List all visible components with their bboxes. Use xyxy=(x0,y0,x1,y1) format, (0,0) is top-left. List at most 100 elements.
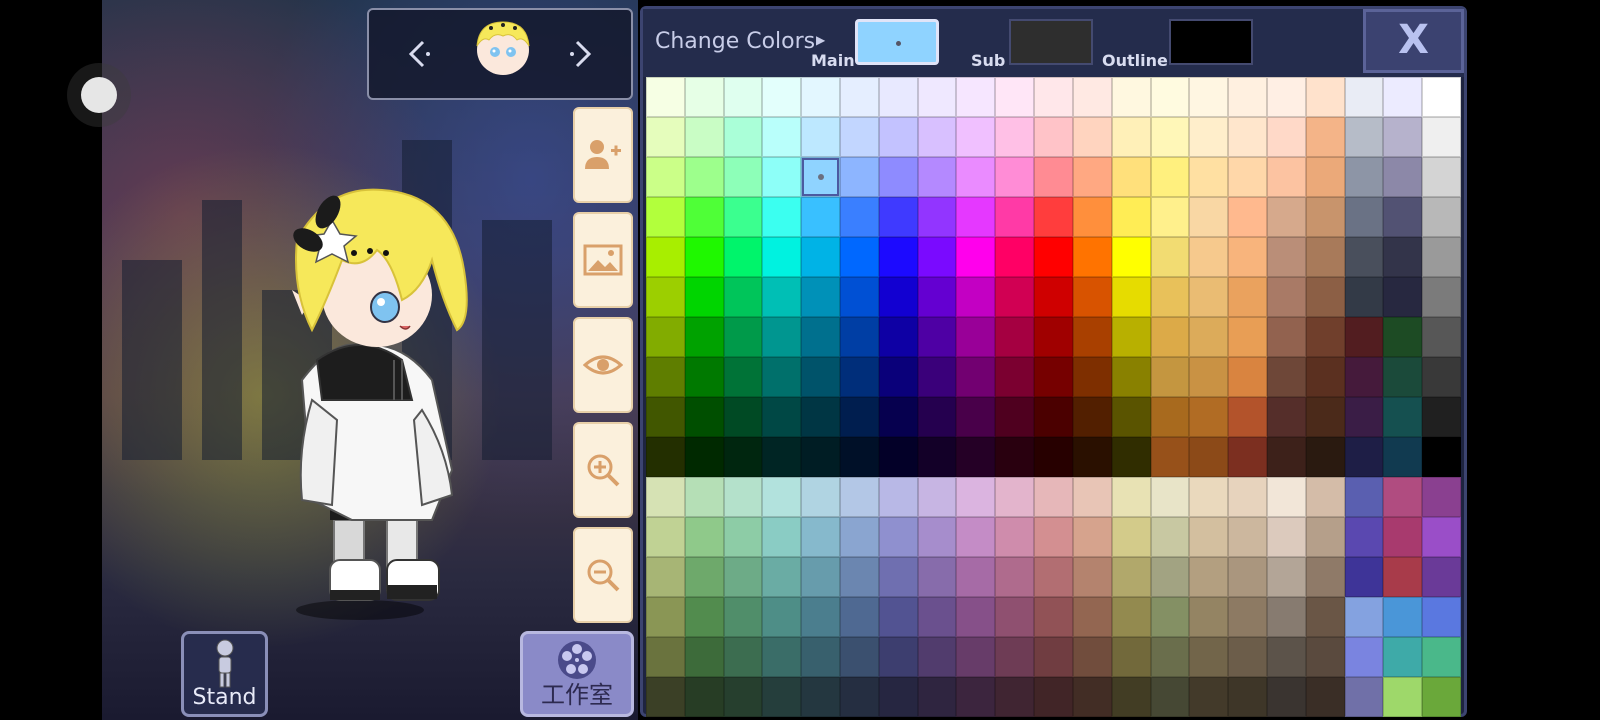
color-cell[interactable] xyxy=(646,77,685,117)
color-cell[interactable] xyxy=(1266,397,1306,437)
color-cell[interactable] xyxy=(1305,157,1345,197)
color-cell[interactable] xyxy=(1072,157,1112,197)
color-cell[interactable] xyxy=(646,277,685,317)
color-cell[interactable] xyxy=(1422,397,1461,437)
color-cell[interactable] xyxy=(723,357,763,397)
color-cell[interactable] xyxy=(878,397,918,437)
color-cell[interactable] xyxy=(1422,197,1461,237)
color-cell[interactable] xyxy=(801,437,841,477)
color-cell[interactable] xyxy=(956,357,996,397)
color-cell[interactable] xyxy=(1034,357,1073,397)
color-cell[interactable] xyxy=(684,197,724,237)
color-cell[interactable] xyxy=(995,597,1035,637)
color-cell[interactable] xyxy=(762,517,802,557)
stand-pose-button[interactable]: Stand xyxy=(181,631,268,717)
character-avatar[interactable] xyxy=(473,16,533,80)
color-cell[interactable] xyxy=(1266,117,1306,157)
color-cell[interactable] xyxy=(762,157,802,197)
color-cell[interactable] xyxy=(878,597,918,637)
color-cell[interactable] xyxy=(1034,397,1073,437)
zoom-out-button[interactable] xyxy=(573,527,633,623)
color-cell[interactable] xyxy=(840,477,879,517)
color-cell[interactable] xyxy=(646,677,685,717)
color-cell[interactable] xyxy=(684,357,724,397)
color-cell[interactable] xyxy=(1383,677,1423,717)
character-figure[interactable] xyxy=(102,0,638,720)
color-cell[interactable] xyxy=(1111,517,1151,557)
color-cell[interactable] xyxy=(1034,237,1073,277)
color-cell[interactable] xyxy=(1189,117,1229,157)
color-cell[interactable] xyxy=(1072,277,1112,317)
color-cell[interactable] xyxy=(1189,357,1229,397)
color-cell[interactable] xyxy=(1422,677,1461,717)
color-cell[interactable] xyxy=(878,477,918,517)
color-cell[interactable] xyxy=(1189,397,1229,437)
color-cell[interactable] xyxy=(1422,477,1461,517)
color-cell[interactable] xyxy=(917,197,957,237)
color-cell[interactable] xyxy=(1383,597,1423,637)
color-cell[interactable] xyxy=(723,677,763,717)
color-cell[interactable] xyxy=(878,677,918,717)
color-cell[interactable] xyxy=(1072,197,1112,237)
color-cell[interactable] xyxy=(995,277,1035,317)
color-cell[interactable] xyxy=(1189,157,1229,197)
color-cell[interactable] xyxy=(1072,77,1112,117)
color-cell[interactable] xyxy=(1189,557,1229,597)
color-cell[interactable] xyxy=(1072,677,1112,717)
color-cell[interactable] xyxy=(878,237,918,277)
color-cell[interactable] xyxy=(762,317,802,357)
color-cell[interactable] xyxy=(1228,437,1267,477)
color-cell[interactable] xyxy=(646,117,685,157)
color-cell[interactable] xyxy=(1344,397,1384,437)
color-cell[interactable] xyxy=(878,77,918,117)
color-cell[interactable] xyxy=(917,397,957,437)
color-cell[interactable] xyxy=(646,397,685,437)
color-cell[interactable] xyxy=(878,637,918,677)
color-cell[interactable] xyxy=(1305,677,1345,717)
color-cell[interactable] xyxy=(1383,117,1423,157)
color-cell[interactable] xyxy=(1266,77,1306,117)
color-cell[interactable] xyxy=(1266,557,1306,597)
color-cell[interactable] xyxy=(995,637,1035,677)
color-cell[interactable] xyxy=(878,117,918,157)
color-cell[interactable] xyxy=(995,357,1035,397)
color-cell[interactable] xyxy=(878,277,918,317)
color-cell[interactable] xyxy=(840,637,879,677)
color-cell[interactable] xyxy=(1111,117,1151,157)
color-cell[interactable] xyxy=(684,637,724,677)
color-cell[interactable] xyxy=(917,477,957,517)
color-cell[interactable] xyxy=(1383,317,1423,357)
color-cell[interactable] xyxy=(1344,677,1384,717)
color-cell[interactable] xyxy=(1266,197,1306,237)
color-cell[interactable] xyxy=(917,77,957,117)
color-cell[interactable] xyxy=(1111,317,1151,357)
color-cell[interactable] xyxy=(995,397,1035,437)
color-cell[interactable] xyxy=(1072,397,1112,437)
color-cell[interactable] xyxy=(646,157,685,197)
color-cell[interactable] xyxy=(762,597,802,637)
color-cell[interactable] xyxy=(1072,477,1112,517)
color-cell[interactable] xyxy=(1383,357,1423,397)
color-cell[interactable] xyxy=(684,157,724,197)
color-cell[interactable] xyxy=(1422,357,1461,397)
color-cell[interactable] xyxy=(917,597,957,637)
color-cell[interactable] xyxy=(646,197,685,237)
color-cell[interactable] xyxy=(1034,437,1073,477)
color-cell[interactable] xyxy=(1422,77,1461,117)
color-cell[interactable] xyxy=(1034,517,1073,557)
color-cell[interactable] xyxy=(917,437,957,477)
color-cell[interactable] xyxy=(1228,237,1267,277)
color-cell[interactable] xyxy=(723,317,763,357)
color-cell[interactable] xyxy=(995,197,1035,237)
color-cell[interactable] xyxy=(1266,597,1306,637)
color-cell[interactable] xyxy=(1228,677,1267,717)
color-cell[interactable] xyxy=(1422,637,1461,677)
color-cell[interactable] xyxy=(1150,357,1190,397)
color-cell[interactable] xyxy=(1305,597,1345,637)
color-cell[interactable] xyxy=(917,117,957,157)
color-cell[interactable] xyxy=(1034,197,1073,237)
color-cell[interactable] xyxy=(956,397,996,437)
color-cell[interactable] xyxy=(840,357,879,397)
color-cell[interactable] xyxy=(1422,557,1461,597)
color-cell[interactable] xyxy=(956,197,996,237)
